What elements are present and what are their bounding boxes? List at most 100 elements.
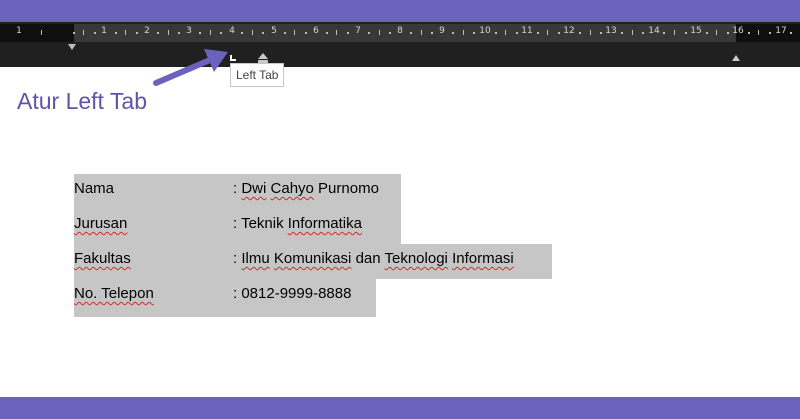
misspelled-word: Dwi — [241, 180, 267, 197]
top-frame-band — [0, 0, 800, 22]
ruler-half-tick — [716, 30, 718, 35]
ruler-quarter-tick — [452, 32, 455, 34]
ruler-half-tick — [589, 30, 591, 35]
ruler-quarter-tick — [135, 32, 138, 34]
ruler-number: 17 — [775, 26, 787, 36]
ruler-number: 16 — [732, 26, 744, 36]
ruler-number: 13 — [605, 26, 617, 36]
ruler-quarter-tick — [663, 32, 666, 34]
ruler-number: 4 — [229, 26, 235, 36]
ruler-number: 12 — [563, 26, 575, 36]
bottom-frame-band — [0, 397, 800, 419]
misspelled-word: Informasi — [452, 250, 514, 267]
ruler-quarter-tick — [199, 32, 202, 34]
ruler-number: 10 — [479, 26, 491, 36]
ruler-quarter-tick — [157, 32, 159, 34]
ruler-half-tick — [378, 30, 380, 35]
table-row[interactable]: Fakultas : Ilmu Komunikasi dan Teknologi … — [74, 244, 552, 279]
annotation-arrow-icon — [153, 49, 228, 86]
ruler-half-tick — [547, 30, 549, 35]
ruler-number: 3 — [186, 26, 192, 36]
value-text: : 0812-9999-8888 — [233, 285, 352, 302]
ruler-quarter-tick — [642, 32, 645, 34]
ruler-half-tick — [758, 30, 760, 35]
ruler-half-tick — [420, 30, 422, 35]
value-text: dan — [351, 250, 385, 267]
ruler-half-tick — [631, 30, 633, 35]
ruler-quarter-tick — [515, 32, 518, 34]
ruler-quarter-tick — [178, 32, 181, 34]
ruler-quarter-tick — [600, 32, 603, 34]
ruler-half-tick — [336, 30, 338, 35]
value-text: Purnomo — [313, 180, 379, 197]
ruler-half-tick — [505, 30, 507, 35]
ruler-number: 8 — [397, 26, 403, 36]
field-value: : 0812-9999-8888 — [233, 282, 351, 306]
table-row[interactable]: Jurusan : Teknik Informatika — [74, 209, 401, 244]
horizontal-ruler[interactable]: 1 1 2 3 4 5 6 7 8 9 10 11 12 13 14 15 16 17 — [0, 22, 800, 67]
ruler-quarter-tick — [304, 32, 307, 34]
ruler-half-tick — [294, 30, 296, 35]
field-label: No. Telepon — [74, 285, 154, 302]
misspelled-word: Komunikasi — [273, 250, 352, 267]
ruler-half-tick — [673, 30, 675, 35]
value-text: : Teknik — [233, 215, 288, 232]
misspelled-word: Ilmu — [241, 250, 270, 267]
ruler-number: 9 — [439, 26, 445, 36]
ruler-quarter-tick — [325, 32, 328, 34]
ruler-number: 14 — [648, 26, 660, 36]
ruler-half-tick — [462, 30, 464, 35]
misspelled-word: Teknologi — [384, 250, 448, 267]
ruler-quarter-tick — [262, 32, 265, 34]
ruler-quarter-tick — [410, 32, 413, 34]
ruler-quarter-tick — [283, 32, 286, 34]
ruler-number: 11 — [521, 26, 533, 36]
ruler-quarter-tick — [494, 32, 497, 34]
ruler-quarter-tick — [768, 32, 771, 34]
ruler-number: 5 — [271, 26, 277, 36]
ruler-half-tick — [251, 30, 253, 35]
ruler-half-tick — [167, 30, 169, 35]
ruler-quarter-tick — [726, 32, 729, 34]
ruler-number: 7 — [355, 26, 361, 36]
ruler-quarter-tick — [93, 32, 96, 34]
ruler-quarter-tick — [220, 32, 223, 34]
ruler-quarter-tick — [557, 32, 560, 34]
hanging-indent-triangle — [258, 53, 268, 59]
ruler-quarter-tick — [705, 32, 708, 34]
ruler-number: 2 — [144, 26, 150, 36]
ruler-quarter-tick — [114, 32, 117, 34]
field-value: : Dwi Cahyo Purnomo — [233, 177, 379, 201]
annotation-label: Atur Left Tab — [17, 88, 147, 114]
ruler-quarter-tick — [241, 32, 244, 34]
ruler-number: 6 — [313, 26, 319, 36]
ruler-quarter-tick — [431, 32, 434, 34]
ruler-quarter-tick — [747, 32, 750, 34]
table-row[interactable]: Nama : Dwi Cahyo Purnomo — [74, 174, 401, 209]
ruler-quarter-tick — [684, 32, 687, 34]
ruler-quarter-tick — [790, 32, 792, 34]
ruler-number: 1 — [101, 26, 107, 36]
ruler-number: 1 — [16, 26, 22, 36]
right-indent-marker[interactable] — [732, 55, 740, 61]
ruler-quarter-tick — [621, 32, 624, 34]
field-label: Jurusan — [74, 215, 128, 232]
ruler-half-tick — [125, 30, 127, 35]
misspelled-word: Informatika — [287, 215, 362, 232]
ruler-quarter-tick — [346, 32, 349, 34]
ruler-quarter-tick — [368, 32, 370, 34]
ruler-quarter-tick — [579, 32, 581, 34]
ruler-half-tick — [83, 30, 85, 35]
ruler-number: 15 — [690, 26, 702, 36]
ruler-quarter-tick — [473, 32, 476, 34]
misspelled-word: Cahyo — [270, 180, 314, 197]
ruler-half-tick — [209, 30, 211, 35]
first-line-indent-marker[interactable] — [68, 44, 76, 50]
table-row[interactable]: No. Telepon : 0812-9999-8888 — [74, 279, 376, 317]
ruler-quarter-tick — [536, 32, 539, 34]
field-label: Fakultas — [74, 250, 131, 267]
ruler-quarter-tick — [72, 32, 75, 34]
ruler-quarter-tick — [389, 32, 392, 34]
field-value: : Ilmu Komunikasi dan Teknologi Informas… — [233, 247, 514, 271]
field-label: Nama — [74, 180, 115, 197]
